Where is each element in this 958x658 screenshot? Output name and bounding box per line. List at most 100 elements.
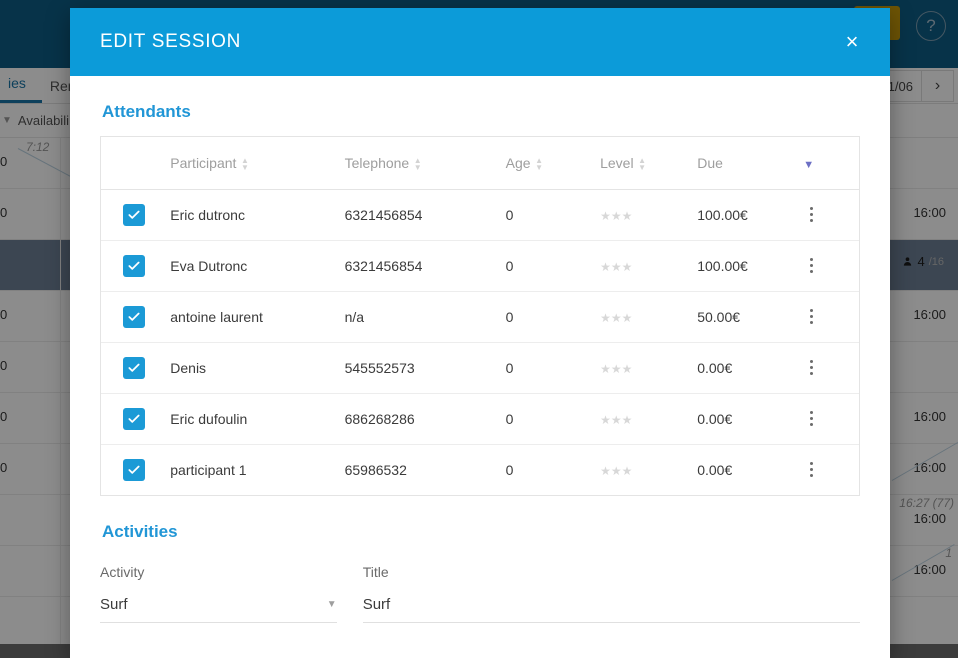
column-header-actions[interactable]: ▼ [803,137,859,190]
row-checkbox[interactable] [123,407,145,430]
attendants-table-container: Participant ▲ ▼ Telephone ▲ ▼ Age ▲ ▼ Level ▲ ▼ [100,136,860,496]
column-label-age: Age [505,154,531,171]
column-header-due[interactable]: Due [697,137,804,190]
row-checkbox[interactable] [123,305,145,328]
cell-age: 0 [505,291,601,343]
column-label-due: Due [697,154,723,171]
check-icon [128,414,140,423]
close-icon[interactable]: × [838,28,866,56]
cell-participant: Eric dutronc [170,189,345,241]
check-icon [128,210,140,219]
title-label: Title [362,564,389,580]
activities-form: Activity Surf ▼ Title Surf [100,564,860,623]
table-header-row: Participant ▲ ▼ Telephone ▲ ▼ Age ▲ ▼ Level ▲ ▼ [101,137,859,190]
cell-telephone: 686268286 [344,393,506,445]
row-menu-icon[interactable] [803,411,819,426]
column-label-level: Level [600,154,634,171]
title-input-value[interactable]: Surf [363,596,860,613]
cell-actions [803,240,859,292]
cell-level: ★★★ [600,291,698,343]
sort-descending-icon[interactable]: ▼ [803,159,814,171]
column-header-level[interactable]: Level ▲ ▼ [600,137,698,190]
cell-level: ★★★ [600,189,698,241]
table-row[interactable]: antoine laurent n/a 0 ★★★ 50.00€ [101,291,859,343]
cell-age: 0 [505,342,601,394]
row-checkbox[interactable] [123,254,145,277]
row-menu-icon[interactable] [803,258,819,273]
cell-age: 0 [505,393,601,445]
cell-age: 0 [505,461,514,478]
activity-selected-value: Surf [100,596,128,613]
cell-participant: antoine laurent [170,291,345,343]
cell-level: ★★★ [600,393,698,445]
table-row[interactable]: Denis 545552573 0 ★★★ 0.00€ [101,342,859,394]
cell-telephone: n/a [344,291,506,343]
level-stars-icon: ★★★ [600,310,633,325]
edit-session-dialog: EDIT SESSION × Attendants Participant ▲ ▼ … [70,8,890,658]
check-icon [128,261,140,270]
activity-select[interactable]: Surf ▼ [100,596,337,623]
table-row[interactable]: Eric dutronc 6321456854 0 ★★★ 100.00€ [101,189,859,241]
attendants-table: Participant ▲ ▼ Telephone ▲ ▼ Age ▲ ▼ Level ▲ ▼ [101,137,859,495]
column-label-telephone: Telephone [344,154,410,171]
cell-actions [803,444,859,495]
cell-level: ★★★ [600,342,698,394]
row-select-cell [101,189,171,241]
level-stars-icon: ★★★ [600,412,633,427]
sort-toggle-icon[interactable]: ▲ ▼ [413,156,422,171]
row-menu-icon[interactable] [803,309,819,324]
cell-actions [803,291,859,343]
column-header-select [101,137,171,190]
chevron-down-icon: ▼ [326,599,337,610]
cell-telephone: 545552573 [344,342,506,394]
sort-toggle-icon[interactable]: ▲ ▼ [535,156,544,171]
activity-field: Activity Surf ▼ [100,564,337,623]
dialog-header: EDIT SESSION × [70,8,890,76]
cell-participant: Denis [170,342,345,394]
check-icon [128,363,140,372]
level-stars-icon: ★★★ [600,463,633,478]
table-row[interactable]: Eric dufoulin 686268286 0 ★★★ 0.00€ [101,393,859,445]
activity-label: Activity [100,564,145,580]
check-icon [128,312,140,321]
dialog-title: EDIT SESSION [100,31,242,52]
cell-actions [803,189,859,241]
row-select-cell [101,240,171,292]
cell-level: ★★★ [600,240,698,292]
row-checkbox[interactable] [123,356,145,379]
row-select-cell [101,342,171,394]
cell-due: 50.00€ [697,291,804,343]
table-row[interactable]: Eva Dutronc 6321456854 0 ★★★ 100.00€ [101,240,859,292]
cell-participant: Eric dufoulin [170,393,345,445]
row-select-cell [101,393,171,445]
cell-due: 0.00€ [697,461,733,478]
dialog-body: Attendants Participant ▲ ▼ Telephone ▲ ▼ Age… [70,76,890,658]
sort-toggle-icon[interactable]: ▲ ▼ [638,156,647,171]
table-row[interactable]: participant 1 65986532 0 ★★★ 0.00€ [101,444,859,495]
cell-telephone: 6321456854 [344,240,506,292]
cell-due: 100.00€ [697,240,804,292]
column-header-telephone[interactable]: Telephone ▲ ▼ [344,137,506,190]
level-stars-icon: ★★★ [600,361,633,376]
column-label-participant: Participant [170,154,237,171]
row-checkbox[interactable] [123,203,145,226]
row-select-cell [101,444,170,495]
activities-section-title: Activities [102,522,178,541]
row-checkbox[interactable] [123,458,145,481]
attendants-table-body: Eric dutronc 6321456854 0 ★★★ 100.00€ Ev… [101,189,859,495]
title-input-wrap[interactable]: Surf [362,596,860,623]
attendants-section-title: Attendants [102,102,191,121]
sort-toggle-icon[interactable]: ▲ ▼ [240,156,249,171]
cell-actions [803,393,859,445]
column-header-age[interactable]: Age ▲ ▼ [505,137,601,190]
check-icon [128,465,140,474]
row-menu-icon[interactable] [803,462,819,478]
row-select-cell [101,291,171,343]
cell-age: 0 [505,189,601,241]
cell-level: ★★★ [600,444,697,495]
title-field: Title Surf [362,564,860,623]
row-menu-icon[interactable] [803,207,819,222]
column-header-participant[interactable]: Participant ▲ ▼ [170,137,345,190]
cell-due: 0.00€ [697,393,804,445]
row-menu-icon[interactable] [803,360,819,375]
